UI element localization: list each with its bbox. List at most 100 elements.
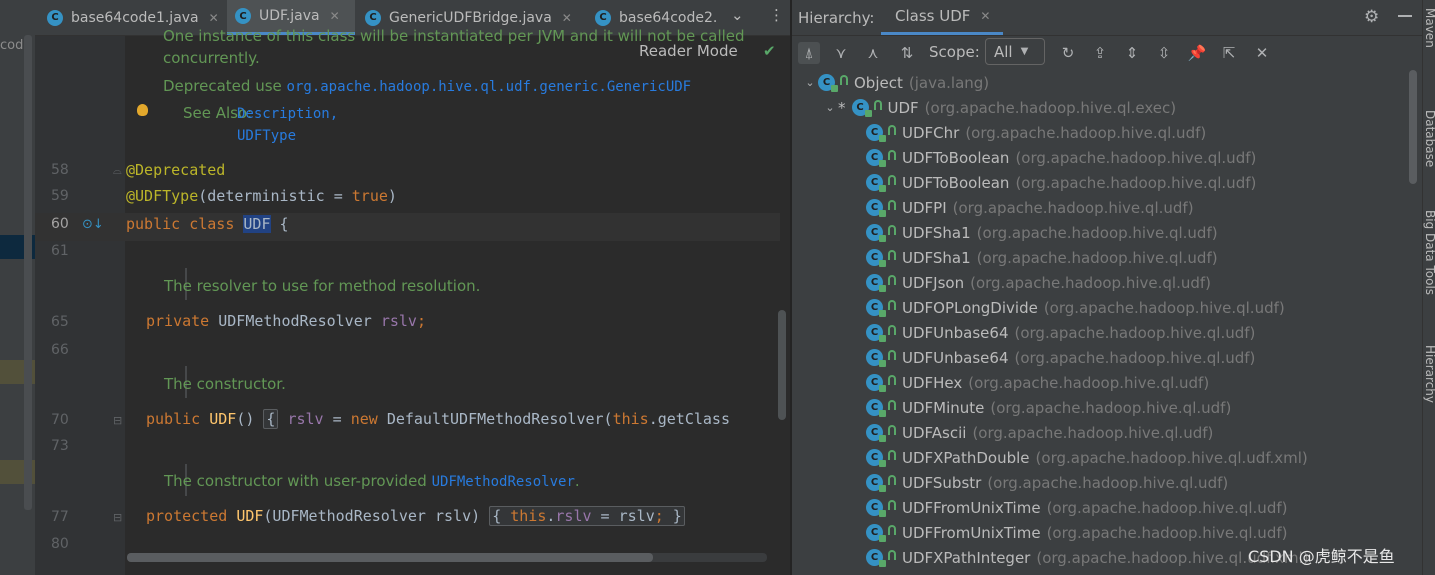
export-icon[interactable]: ⇪ [1089,42,1111,64]
minimize-icon[interactable] [1398,15,1412,17]
java-class-icon: C [365,9,381,26]
class-name: UDFSha1 [902,248,971,267]
close-tab-icon[interactable]: ✕ [330,9,340,23]
line-number: 73 [51,438,69,454]
tab-class-udf[interactable]: Class UDF ✕ [881,0,1003,35]
project-scrollbar[interactable] [24,35,32,510]
watermark: CSDN @虎鲸不是鱼 [1248,547,1395,566]
tree-node[interactable]: C UDFXPathInteger (org.apache.hadoop.hive.… [866,545,1309,570]
implementations-gutter-icon[interactable]: ⊙↓ [82,217,104,232]
tree-node[interactable]: C UDFMinute (org.apache.hadoop.hive.ql.udf… [866,395,1231,420]
tab-overflow-icon[interactable]: ⌄ [731,6,744,24]
chevron-down-icon[interactable]: ⌄ [802,76,818,89]
public-lock-icon [888,174,896,185]
sort-icon[interactable]: ⇅ [896,42,918,64]
tree-node[interactable]: C UDFSha1 (org.apache.hadoop.hive.ql.udf) [866,220,1218,245]
doc-text: The constructor with user-provided [164,472,432,490]
public-lock-icon [888,424,896,435]
class-name: UDFSubstr [902,473,982,492]
tree-node[interactable]: C UDFFromUnixTime (org.apache.hadoop.hive.… [866,520,1287,545]
close-icon[interactable]: ✕ [1251,42,1273,64]
tree-node[interactable]: ⌄ C Object (java.lang) [802,70,989,95]
line-number: 70 [51,412,69,428]
folded-region[interactable]: { this.rslv = rslv; } [489,506,685,526]
public-lock-icon [888,124,896,135]
tree-node[interactable]: C UDFSubstr (org.apache.hadoop.hive.ql.udf… [866,470,1228,495]
code-token: rslv [555,507,592,525]
tree-node[interactable]: C UDFPI (org.apache.hadoop.hive.ql.udf) [866,195,1194,220]
deprecated-link[interactable]: org.apache.hadoop.hive.ql.udf.generic.Ge… [287,79,692,95]
scope-value: All [994,42,1013,61]
autoscroll-icon[interactable]: ⇱ [1218,42,1240,64]
code-token: UDF [209,410,237,428]
code-token: ) [387,187,397,205]
code-token: (UDFMethodResolver rslv) [263,507,490,525]
tree-node[interactable]: C UDFJson (org.apache.hadoop.hive.ql.udf) [866,270,1211,295]
code-token: DefaultUDFMethodResolver( [386,410,613,428]
tree-node[interactable]: C UDFXPathDouble (org.apache.hadoop.hive.q… [866,445,1308,470]
fold-marker-icon[interactable]: ⌓ [113,164,122,178]
see-also-description-link[interactable]: Description, [237,106,338,122]
code-editor[interactable]: One instance of this class will be insta… [35,27,790,575]
class-hierarchy-icon[interactable]: ⋏ [862,42,884,64]
subtypes-icon[interactable]: ⍋ [798,42,820,64]
tree-node[interactable]: C UDFChr (org.apache.hadoop.hive.ql.udf) [866,120,1206,145]
tree-node[interactable]: C UDFToBoolean (org.apache.hadoop.hive.ql.… [866,170,1256,195]
maven-tool-button[interactable]: Maven [1423,8,1435,48]
tree-node[interactable]: C UDFAscii (org.apache.hadoop.hive.ql.udf) [866,420,1213,445]
see-also-udftype-link[interactable]: UDFType [237,128,296,144]
code-token: = [323,410,351,428]
hierarchy-tab-label: Class UDF [895,7,971,25]
gear-icon[interactable]: ⚙ [1364,7,1379,27]
selected-class-name[interactable]: UDF [243,215,271,233]
code-token: { [492,507,502,525]
reader-mode-toggle[interactable]: Reader Mode [635,42,742,60]
package-name: (org.apache.hadoop.hive.ql.udf) [1014,348,1256,367]
hierarchy-tree[interactable]: ⌄ C Object (java.lang) ⌄ * C UDF (org.apache.had… [792,70,1422,575]
tree-node[interactable]: ⌄ * C UDF (org.apache.hadoop.hive.ql.exec) [822,95,1176,120]
package-name: (org.apache.hadoop.hive.ql.udf) [972,423,1214,442]
expand-all-icon[interactable]: ⇕ [1121,42,1143,64]
editor-horizontal-scrollbar[interactable] [127,553,653,562]
project-panel-strip: code [0,0,35,575]
java-class-icon: C [47,9,63,26]
hierarchy-tool-button[interactable]: Hierarchy [1423,345,1435,403]
refresh-icon[interactable]: ↻ [1057,42,1079,64]
code-token: private [146,312,219,330]
check-icon[interactable]: ✔ [763,42,776,60]
database-tool-button[interactable]: Database [1423,110,1435,167]
udfmethodresolver-link[interactable]: UDFMethodResolver [432,474,575,490]
supertypes-icon[interactable]: ⋎ [830,42,852,64]
pin-icon[interactable]: 📌 [1186,42,1208,64]
fold-marker-icon[interactable]: ⊟ [113,414,122,427]
tree-node[interactable]: C UDFUnbase64 (org.apache.hadoop.hive.ql.u… [866,320,1255,345]
folded-region[interactable]: { [263,409,279,429]
class-name: UDFFromUnixTime [902,523,1041,542]
scope-select[interactable]: All ▼ [985,38,1045,65]
code-token: () [236,410,264,428]
annotation-udftype: @UDFType [126,187,199,205]
collapse-all-icon[interactable]: ⇳ [1153,42,1175,64]
code-token: UDF [236,507,264,525]
editor-vertical-scrollbar[interactable] [778,310,786,420]
tree-node[interactable]: C UDFFromUnixTime (org.apache.hadoop.hive.… [866,495,1287,520]
lightbulb-icon[interactable] [137,104,148,116]
chevron-down-icon[interactable]: ⌄ [822,101,838,114]
tree-node[interactable]: C UDFHex (org.apache.hadoop.hive.ql.udf) [866,370,1209,395]
line-number: 77 [51,509,69,525]
tree-node[interactable]: C UDFUnbase64 (org.apache.hadoop.hive.ql.u… [866,345,1255,370]
class-name: UDFAscii [902,423,967,442]
tree-node[interactable]: C UDFSha1 (org.apache.hadoop.hive.ql.udf) [866,245,1218,270]
close-tab-icon[interactable]: ✕ [562,11,572,25]
bigdata-tool-button[interactable]: Big Data Tools [1423,210,1435,295]
code-token: public class [126,215,244,233]
close-tab-icon[interactable]: ✕ [209,11,219,25]
tree-node[interactable]: C UDFToBoolean (org.apache.hadoop.hive.ql.… [866,145,1256,170]
tree-node[interactable]: C UDFOPLongDivide (org.apache.hadoop.hive.… [866,295,1285,320]
tab-menu-icon[interactable]: ⋮ [769,6,784,24]
fold-marker-icon[interactable]: ⊟ [113,511,122,524]
hierarchy-panel: Hierarchy: Class UDF ✕ ⚙ ⍋ ⋎ ⋏ ⇅ ↻ ⇪ ⇕ ⇳… [792,0,1422,575]
package-name: (org.apache.hadoop.hive.ql.udf) [970,273,1212,292]
close-tab-icon[interactable]: ✕ [980,9,990,23]
tree-scrollbar[interactable] [1409,70,1417,184]
